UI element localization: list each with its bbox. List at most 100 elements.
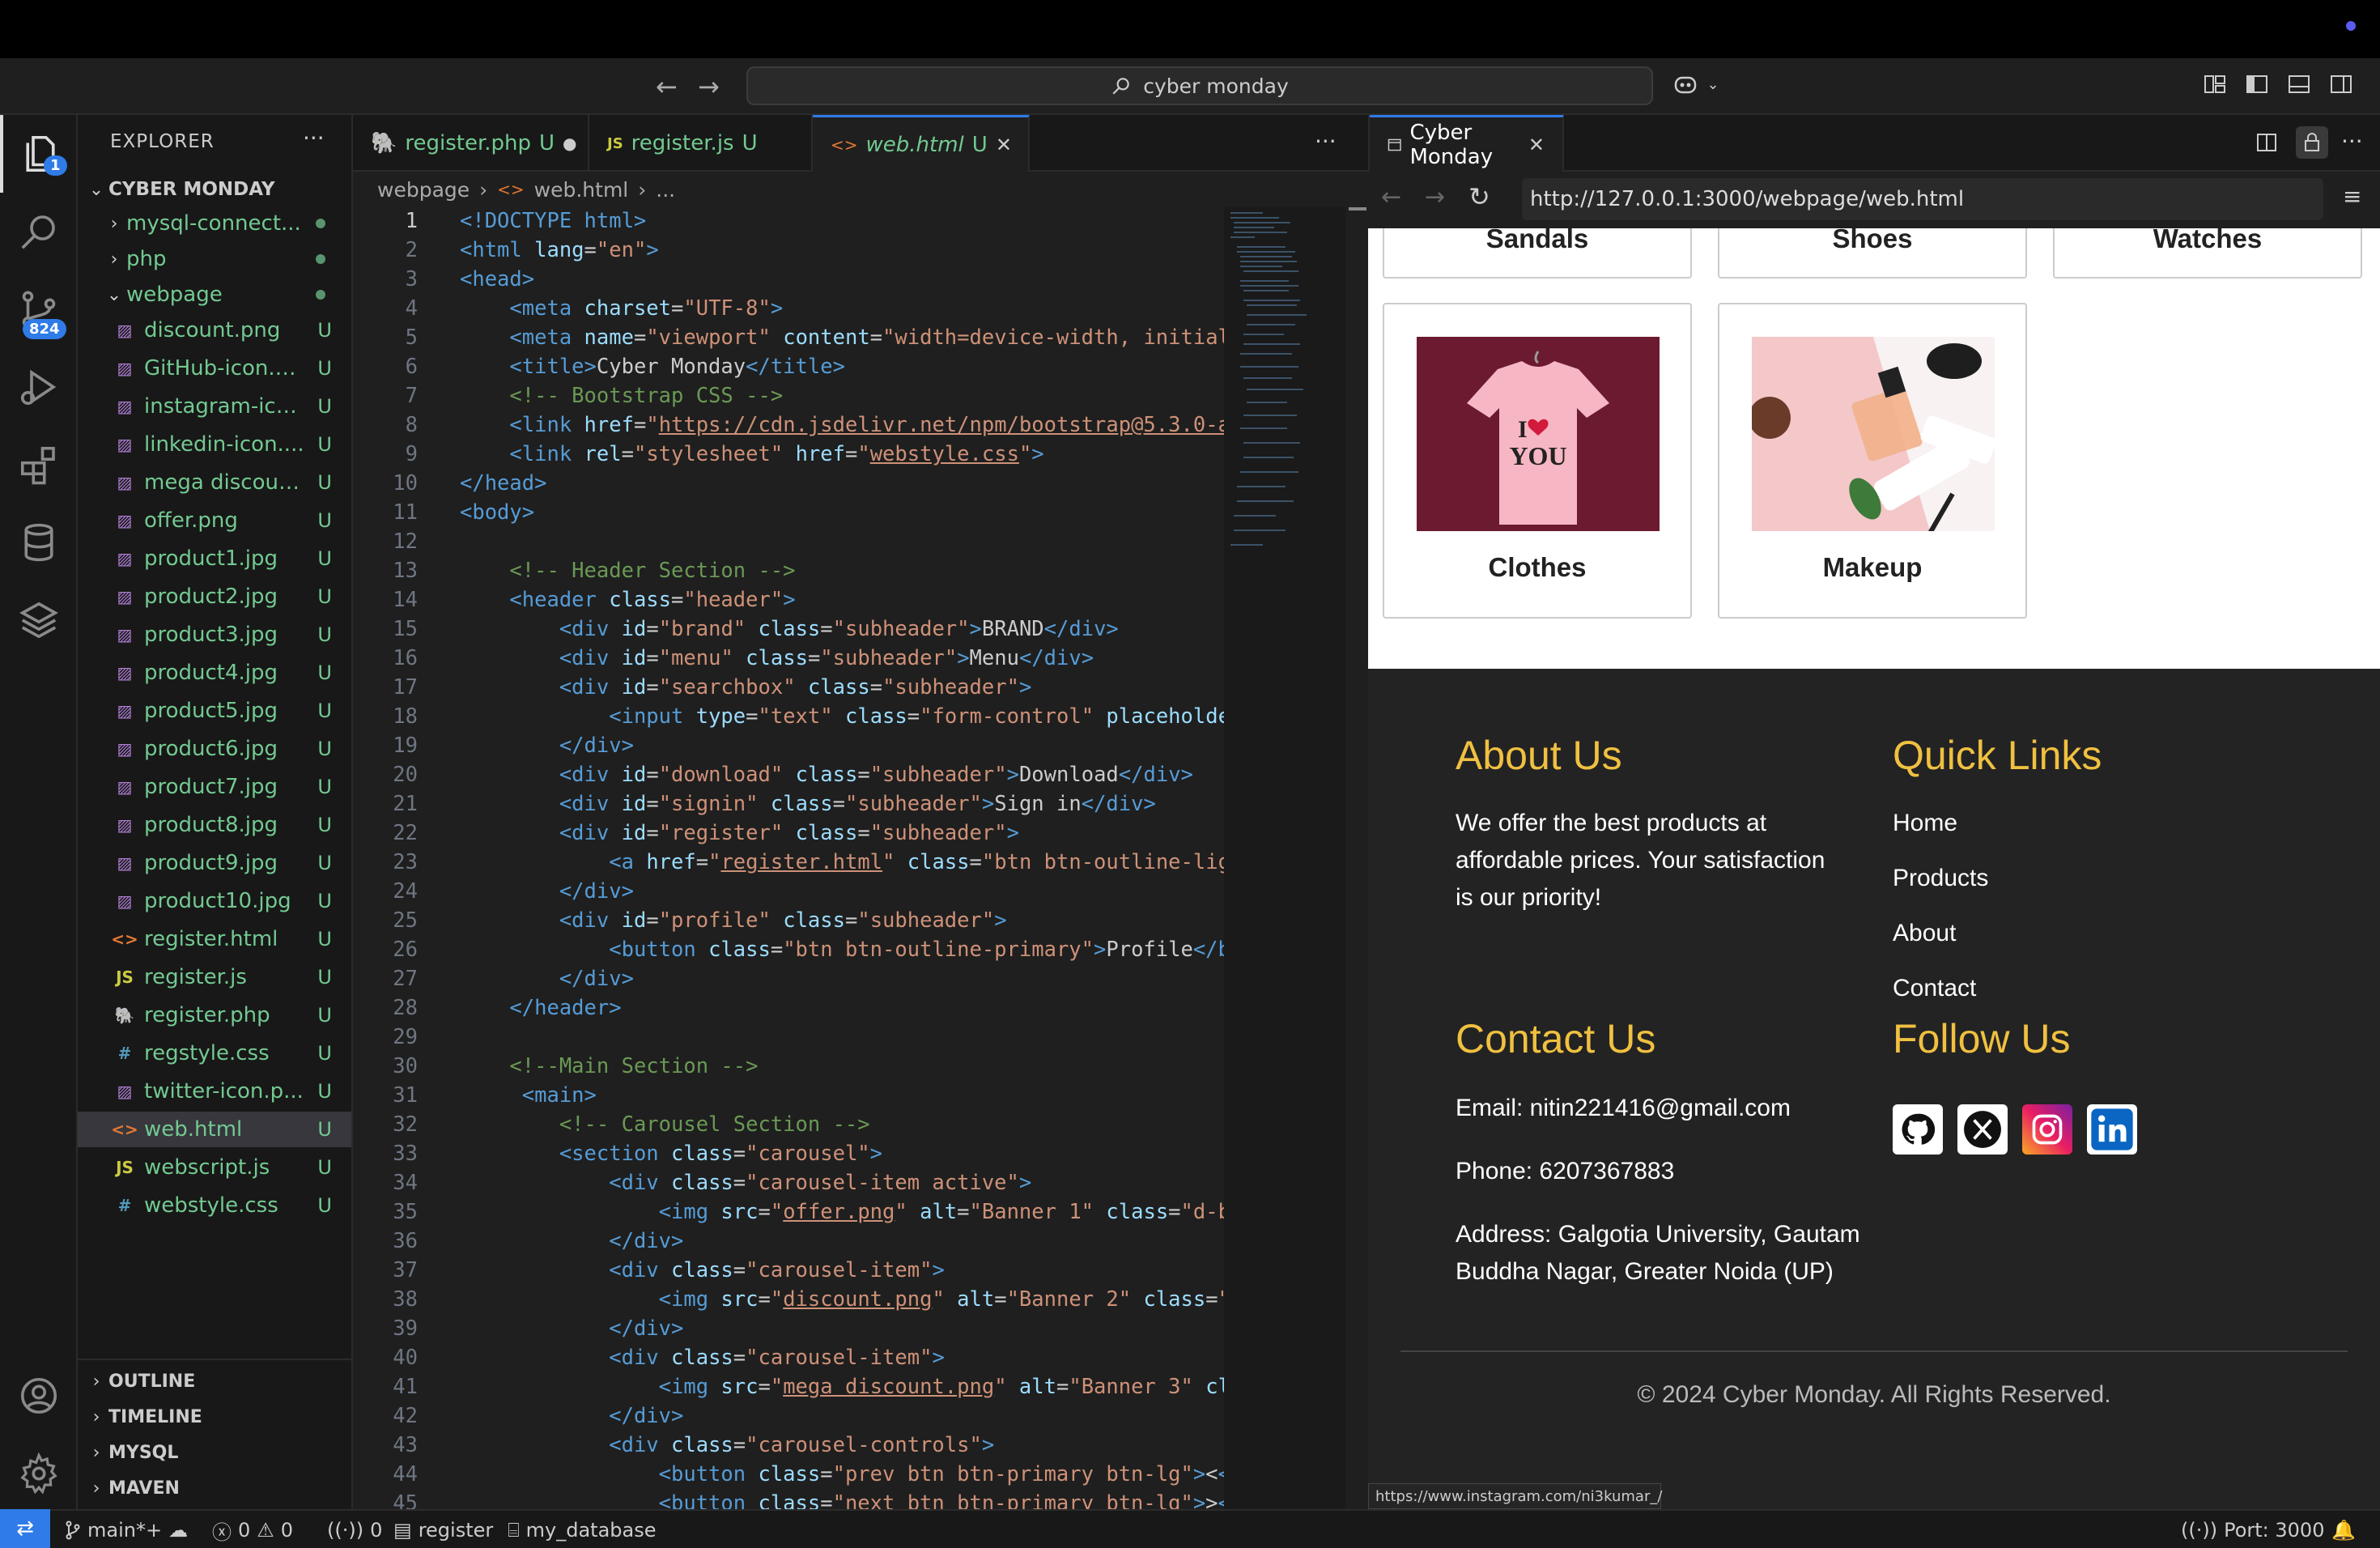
linkedin-icon[interactable]: [2087, 1104, 2137, 1155]
tab-register-js[interactable]: JS register.js U: [589, 115, 813, 172]
account-icon[interactable]: [0, 1357, 78, 1435]
copilot-icon[interactable]: [1672, 71, 1698, 97]
category-card-partial[interactable]: Watches: [2053, 228, 2362, 279]
explorer-activity-icon[interactable]: 1: [0, 115, 78, 193]
footer-link-contact[interactable]: Contact: [1893, 970, 1976, 1007]
notifications-bell-icon[interactable]: 🔔: [2331, 1511, 2356, 1548]
menu-icon[interactable]: ≡: [2343, 183, 2361, 210]
split-editor-icon[interactable]: [2254, 130, 2280, 155]
editor-more-actions-icon[interactable]: ···: [1315, 128, 1337, 155]
code-line: <div class="carousel-item">: [609, 1346, 945, 1370]
database-icon[interactable]: [0, 504, 78, 581]
explorer-file-item[interactable]: ▨ mega discoun... U: [78, 465, 351, 500]
section-outline[interactable]: › OUTLINE: [78, 1363, 351, 1399]
explorer-file-item[interactable]: ▨ linkedin-icon.... U: [78, 427, 351, 462]
code-editor[interactable]: 1 2 3 4 5 6 7 8 9 10 11 12 13 14 15 16 17 18 19 20 21 22 23 24 2…: [353, 207, 1224, 1509]
url-input[interactable]: http://127.0.0.1:3000/webpage/web.html: [1522, 178, 2323, 220]
source-control-icon[interactable]: 824: [0, 270, 78, 348]
explorer-file-item[interactable]: ▨ product10.jpg U: [78, 883, 351, 919]
footer-link-home[interactable]: Home: [1893, 805, 1957, 842]
explorer-file-item[interactable]: ▨ product4.jpg U: [78, 655, 351, 691]
github-icon[interactable]: [1893, 1104, 1943, 1155]
port-indicator[interactable]: ((·)) Port: 3000: [2181, 1511, 2324, 1548]
tab-web-html[interactable]: <> web.html U ✕: [813, 115, 1030, 172]
explorer-file-item[interactable]: ▨ offer.png U: [78, 503, 351, 538]
customize-layout-icon[interactable]: [2202, 71, 2228, 97]
toggle-secondary-sidebar-icon[interactable]: [2328, 71, 2354, 97]
command-search-box[interactable]: cyber monday: [746, 66, 1653, 105]
ports-indicator[interactable]: ((·)) 0: [327, 1511, 382, 1548]
settings-gear-icon[interactable]: [0, 1435, 78, 1512]
explorer-file-item[interactable]: ▨ twitter-icon.p... U: [78, 1074, 351, 1109]
toggle-sidebar-icon[interactable]: [2244, 71, 2270, 97]
section-mysql[interactable]: › MYSQL: [78, 1435, 351, 1470]
category-card-partial[interactable]: Sandals: [1383, 228, 1692, 279]
layers-icon[interactable]: [0, 581, 78, 659]
explorer-file-item[interactable]: ▨ GitHub-icon.p... U: [78, 351, 351, 386]
forward-arrow-icon[interactable]: →: [698, 71, 720, 102]
breadcrumb-item[interactable]: ...: [656, 178, 675, 202]
tab-label: web.html: [865, 132, 964, 157]
breadcrumb-item[interactable]: webpage: [377, 178, 470, 202]
explorer-file-item[interactable]: ▨ instagram-ico... U: [78, 389, 351, 424]
preview-page[interactable]: Sandals Shoes Watches I YOU Clothes Make…: [1368, 228, 2380, 1509]
file-name: discount.png: [144, 318, 281, 342]
explorer-file-item[interactable]: JS register.js U: [78, 959, 351, 995]
category-card-makeup[interactable]: Makeup: [1718, 303, 2027, 619]
unsaved-dot-icon[interactable]: ●: [563, 134, 576, 153]
minimap[interactable]: [1224, 207, 1345, 1509]
forward-arrow-icon[interactable]: →: [1425, 183, 1445, 211]
more-actions-icon[interactable]: ···: [303, 125, 325, 151]
tab-register-php[interactable]: 🐘 register.php U ●: [353, 115, 589, 172]
explorer-file-item[interactable]: ▨ discount.png U: [78, 313, 351, 348]
folder-webpage[interactable]: ⌄ webpage: [78, 277, 351, 313]
reload-icon[interactable]: ↻: [1468, 181, 1490, 212]
explorer-file-item[interactable]: ▨ product6.jpg U: [78, 731, 351, 767]
tab-cyber-monday-preview[interactable]: Cyber Monday ✕: [1370, 115, 1564, 172]
explorer-file-item[interactable]: <> register.html U: [78, 921, 351, 957]
category-card-partial[interactable]: Shoes: [1718, 228, 2027, 279]
footer-link-products[interactable]: Products: [1893, 860, 1988, 897]
explorer-file-item[interactable]: <> web.html U: [78, 1112, 351, 1147]
lock-icon[interactable]: [2296, 126, 2328, 159]
db-connection-indicator[interactable]: ▤ register ⌸ my_database: [393, 1511, 657, 1548]
explorer-file-item[interactable]: ▨ product1.jpg U: [78, 541, 351, 576]
explorer-file-item[interactable]: ▨ product9.jpg U: [78, 845, 351, 881]
explorer-file-item[interactable]: ▨ product3.jpg U: [78, 617, 351, 653]
image-icon: ▨: [117, 891, 133, 911]
breadcrumb-item[interactable]: web.html: [534, 178, 629, 202]
footer-link-about[interactable]: About: [1893, 915, 1956, 952]
explorer-file-item[interactable]: ▨ product8.jpg U: [78, 807, 351, 843]
explorer-file-item[interactable]: ▨ product7.jpg U: [78, 769, 351, 805]
explorer-file-item[interactable]: ▨ product5.jpg U: [78, 693, 351, 729]
section-timeline[interactable]: › TIMELINE: [78, 1399, 351, 1435]
preview-more-actions-icon[interactable]: ···: [2341, 128, 2363, 155]
twitter-x-icon[interactable]: [1957, 1104, 2008, 1155]
editor-scrollbar[interactable]: [1345, 207, 1368, 1509]
extensions-icon[interactable]: [0, 426, 78, 504]
explorer-file-item[interactable]: 🐘 register.php U: [78, 997, 351, 1033]
folder-mysql-connect[interactable]: › mysql-connect...: [78, 206, 351, 241]
close-icon[interactable]: ✕: [996, 134, 1012, 156]
explorer-file-item[interactable]: ▨ product2.jpg U: [78, 579, 351, 615]
explorer-file-item[interactable]: JS webscript.js U: [78, 1150, 351, 1185]
line-number: 3: [405, 267, 418, 291]
instagram-icon[interactable]: [2022, 1104, 2072, 1155]
toggle-panel-icon[interactable]: [2286, 71, 2312, 97]
close-icon[interactable]: ✕: [1528, 134, 1545, 156]
workspace-root[interactable]: ⌄ CYBER MONDAY: [78, 172, 351, 207]
chevron-down-icon[interactable]: ⌄: [1700, 71, 1726, 97]
back-arrow-icon[interactable]: ←: [656, 71, 678, 102]
run-debug-icon[interactable]: [0, 348, 78, 426]
problems-indicator[interactable]: ⓧ 0 ⚠ 0: [212, 1511, 293, 1548]
back-arrow-icon[interactable]: ←: [1381, 183, 1401, 211]
remote-indicator-icon[interactable]: ⇄: [0, 1509, 50, 1548]
explorer-file-item[interactable]: # regstyle.css U: [78, 1036, 351, 1071]
category-card-clothes[interactable]: I YOU Clothes: [1383, 303, 1692, 619]
folder-php[interactable]: › php: [78, 241, 351, 277]
code-line: <!DOCTYPE html>: [460, 209, 647, 233]
branch-indicator[interactable]: main*+ ☁: [65, 1511, 188, 1548]
section-maven[interactable]: › MAVEN: [78, 1470, 351, 1506]
explorer-file-item[interactable]: # webstyle.css U: [78, 1188, 351, 1223]
search-activity-icon[interactable]: [0, 193, 78, 270]
